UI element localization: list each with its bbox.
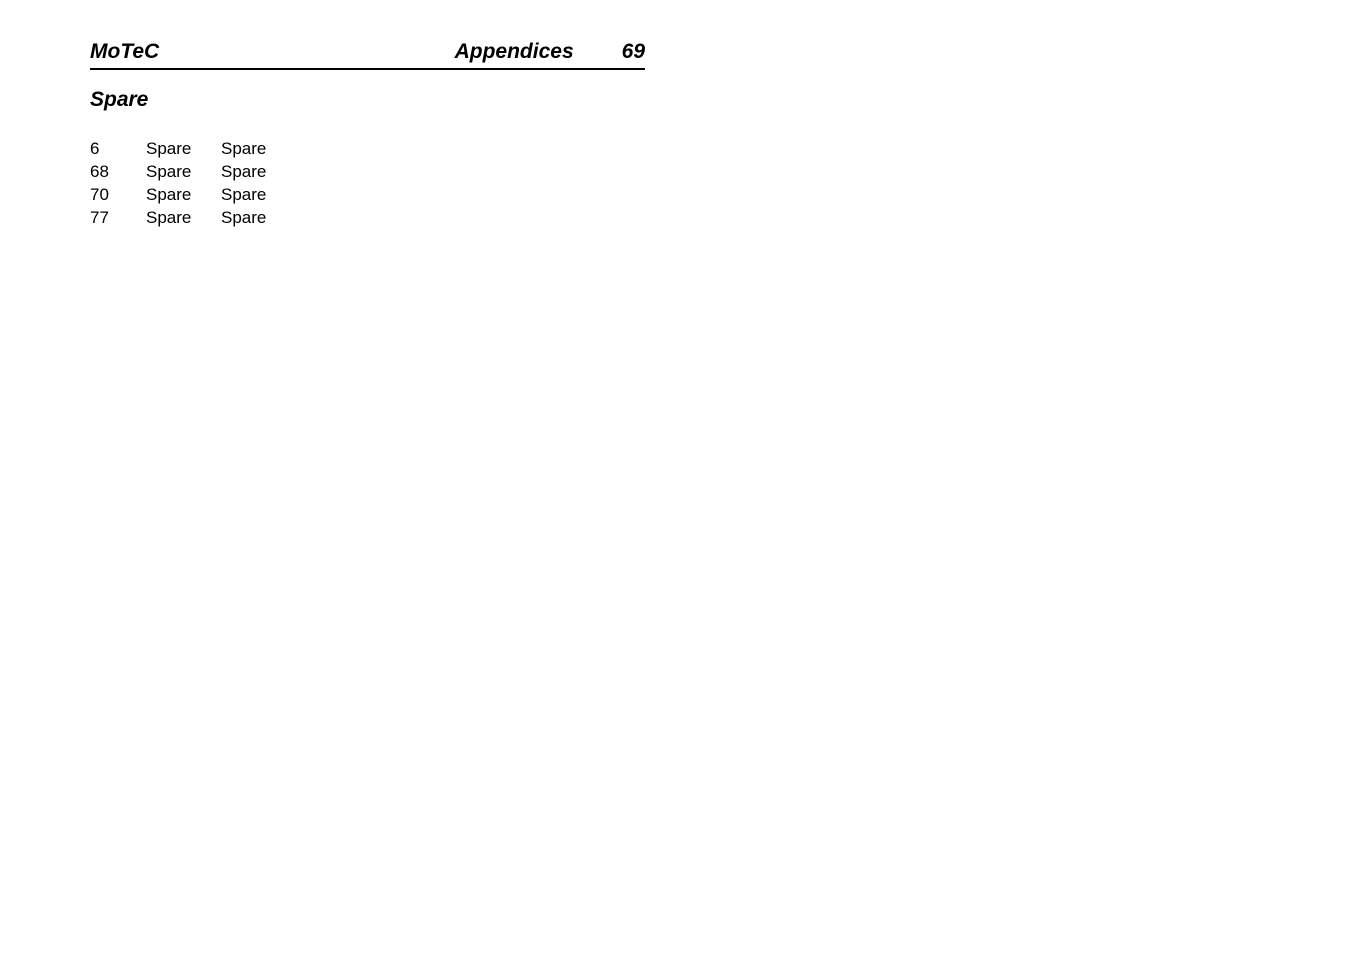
page-number: 69: [622, 40, 645, 64]
cell-name: Spare: [146, 161, 221, 184]
cell-desc: Spare: [221, 161, 296, 184]
document-page: MoTeC Appendices 69 Spare 6 Spare Spare …: [90, 40, 645, 230]
cell-desc: Spare: [221, 207, 296, 230]
cell-pin: 68: [90, 161, 146, 184]
section-subtitle: Spare: [90, 88, 645, 112]
brand-label: MoTeC: [90, 40, 159, 64]
table-row: 6 Spare Spare: [90, 138, 645, 161]
cell-desc: Spare: [221, 138, 296, 161]
table-row: 70 Spare Spare: [90, 184, 645, 207]
cell-desc: Spare: [221, 184, 296, 207]
page-header: MoTeC Appendices 69: [90, 40, 645, 70]
header-right-group: Appendices 69: [455, 40, 645, 64]
cell-pin: 6: [90, 138, 146, 161]
cell-name: Spare: [146, 184, 221, 207]
table-row: 77 Spare Spare: [90, 207, 645, 230]
cell-pin: 70: [90, 184, 146, 207]
spare-table: 6 Spare Spare 68 Spare Spare 70 Spare Sp…: [90, 138, 645, 230]
section-label: Appendices: [455, 40, 574, 64]
cell-pin: 77: [90, 207, 146, 230]
cell-name: Spare: [146, 138, 221, 161]
cell-name: Spare: [146, 207, 221, 230]
table-row: 68 Spare Spare: [90, 161, 645, 184]
